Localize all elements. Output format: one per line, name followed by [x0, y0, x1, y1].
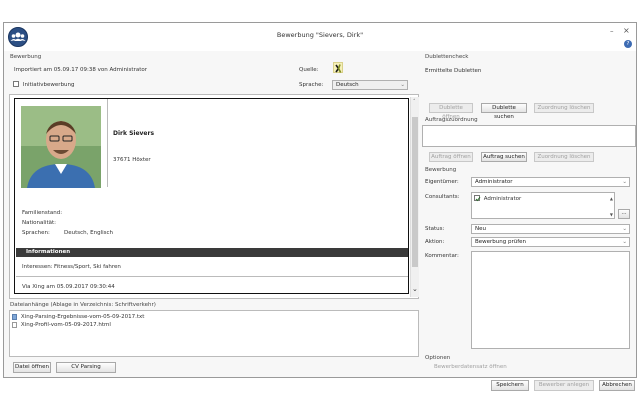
chevron-down-icon: ⌄ — [622, 226, 627, 232]
scrollbar-thumb[interactable] — [412, 117, 418, 267]
text-file-icon — [12, 313, 17, 320]
add-consultant-button[interactable]: ... — [618, 209, 630, 219]
imported-info: Importiert am 05.09.17 09:38 von Adminis… — [14, 67, 147, 73]
attachment-name: Xing-Parsing-Ergebnisse-vom-05-09-2017.t… — [20, 314, 145, 320]
profile-city: 37671 Höxter — [113, 157, 151, 163]
status-label: Status: — [425, 226, 445, 232]
section-bewerbung-right: Bewerbung — [425, 167, 457, 173]
quelle-label: Quelle: — [299, 67, 319, 73]
dublette-suchen-button[interactable]: Dublette suchen — [481, 103, 527, 120]
minimize-button[interactable]: – — [610, 27, 614, 35]
info-header: Informationen — [26, 249, 71, 255]
list-item[interactable]: Xing-Profil-vom-05-09-2017.html — [12, 321, 111, 328]
consultants-list[interactable]: Administrator ▲ ▼ — [471, 192, 615, 219]
eigentuemer-value: Administrator — [475, 179, 513, 185]
section-auftragszuordnung: Auftragszuordnung — [425, 117, 478, 123]
consultant-checkbox[interactable] — [474, 195, 481, 202]
window-title: Bewerbung "Sievers, Dirk" — [276, 31, 364, 39]
profile-viewer: Dirk Sievers 37671 Höxter Familienstand:… — [9, 94, 419, 299]
save-button[interactable]: Speichern — [491, 380, 529, 391]
attachments-header: Dateianhänge (Ablage in Verzeichnis: Sch… — [10, 302, 156, 308]
initiativ-checkbox-row[interactable]: Initiativbewerbung — [13, 81, 75, 89]
auftrag-suchen-button[interactable]: Auftrag suchen — [481, 152, 527, 162]
consultants-label: Consultants: — [425, 194, 460, 200]
kommentar-textarea[interactable] — [471, 251, 630, 349]
info-header-bar: Informationen — [16, 248, 408, 257]
profile-scrollbar[interactable]: ˄ ⌄ — [410, 97, 419, 297]
scroll-down-icon[interactable]: ▼ — [610, 211, 613, 219]
cancel-button[interactable]: Abbrechen — [599, 380, 635, 391]
eigentuemer-label: Eigentümer: — [425, 179, 459, 185]
sprachen-label: Sprachen: — [22, 230, 50, 236]
auftrag-field[interactable] — [422, 125, 636, 147]
chevron-up-icon[interactable]: ˄ — [413, 99, 416, 105]
ermittelte-dubletten: Ermittelte Dubletten — [425, 68, 482, 74]
chevron-down-icon[interactable]: ⌄ — [412, 285, 418, 293]
initiativ-checkbox[interactable] — [13, 81, 19, 87]
status-select[interactable]: Neu ⌄ — [471, 224, 630, 234]
scroll-up-icon[interactable]: ▲ — [610, 195, 613, 203]
chevron-down-icon: ⌄ — [622, 179, 627, 185]
cv-parsing-button[interactable]: CV Parsing — [56, 362, 116, 373]
aktion-label: Aktion: — [425, 239, 445, 245]
status-value: Neu — [475, 226, 486, 232]
profile-name: Dirk Sievers — [113, 130, 155, 137]
sprache-label: Sprache: — [299, 82, 324, 88]
zuordnung-loeschen-button-2[interactable]: Zuordnung löschen — [534, 152, 594, 162]
section-dublettencheck: Dublettencheck — [425, 54, 469, 60]
help-icon[interactable]: ? — [624, 40, 632, 48]
list-item[interactable]: Administrator — [474, 194, 521, 203]
html-file-icon — [12, 321, 17, 328]
close-button[interactable]: × — [623, 26, 630, 35]
application-window: Bewerbung "Sievers, Dirk" – × ? Bewerbun… — [3, 22, 637, 391]
attachment-name: Xing-Profil-vom-05-09-2017.html — [20, 322, 111, 328]
bewerber-anlegen-button[interactable]: Bewerber anlegen — [534, 380, 594, 391]
dublette-oeffnen-button[interactable]: Dublette öffnen — [429, 103, 473, 120]
chevron-down-icon: ⌄ — [400, 82, 405, 88]
divider — [16, 276, 408, 277]
kommentar-label: Kommentar: — [425, 253, 459, 259]
bewerberdatensatz-option[interactable]: Bewerberdatensatz öffnen — [434, 364, 507, 370]
interessen-label: Interessen: — [22, 264, 53, 270]
eigentuemer-select[interactable]: Administrator ⌄ — [471, 177, 630, 187]
section-bewerbung: Bewerbung — [10, 54, 42, 60]
via-xing-text: Via Xing am 05.09.2017 09:30:44 — [22, 284, 115, 290]
interessen-value: Fitness/Sport, Ski fahren — [54, 264, 121, 270]
open-file-button[interactable]: Datei öffnen — [13, 362, 51, 373]
chevron-down-icon: ⌄ — [622, 239, 627, 245]
list-item[interactable]: Xing-Parsing-Ergebnisse-vom-05-09-2017.t… — [12, 313, 144, 320]
consultant-name: Administrator — [483, 196, 522, 202]
initiativ-label: Initiativbewerbung — [22, 82, 75, 88]
profile-photo — [21, 106, 101, 188]
familienstand-label: Familienstand: — [22, 210, 63, 216]
zuordnung-loeschen-button[interactable]: Zuordnung löschen — [534, 103, 594, 113]
title-bar: Bewerbung "Sievers, Dirk" – × ? — [4, 23, 636, 51]
attachments-list[interactable]: Xing-Parsing-Ergebnisse-vom-05-09-2017.t… — [9, 310, 419, 357]
sprache-select[interactable]: Deutsch ⌄ — [332, 80, 408, 90]
xing-logo-icon — [333, 62, 343, 73]
sprachen-value: Deutsch, Englisch — [64, 230, 114, 236]
aktion-value: Bewerbung prüfen — [475, 239, 527, 245]
sprache-value: Deutsch — [336, 82, 359, 88]
nationalitaet-label: Nationalität: — [22, 220, 56, 226]
aktion-select[interactable]: Bewerbung prüfen ⌄ — [471, 237, 630, 247]
auftrag-oeffnen-button[interactable]: Auftrag öffnen — [429, 152, 473, 162]
section-optionen: Optionen — [425, 355, 451, 361]
